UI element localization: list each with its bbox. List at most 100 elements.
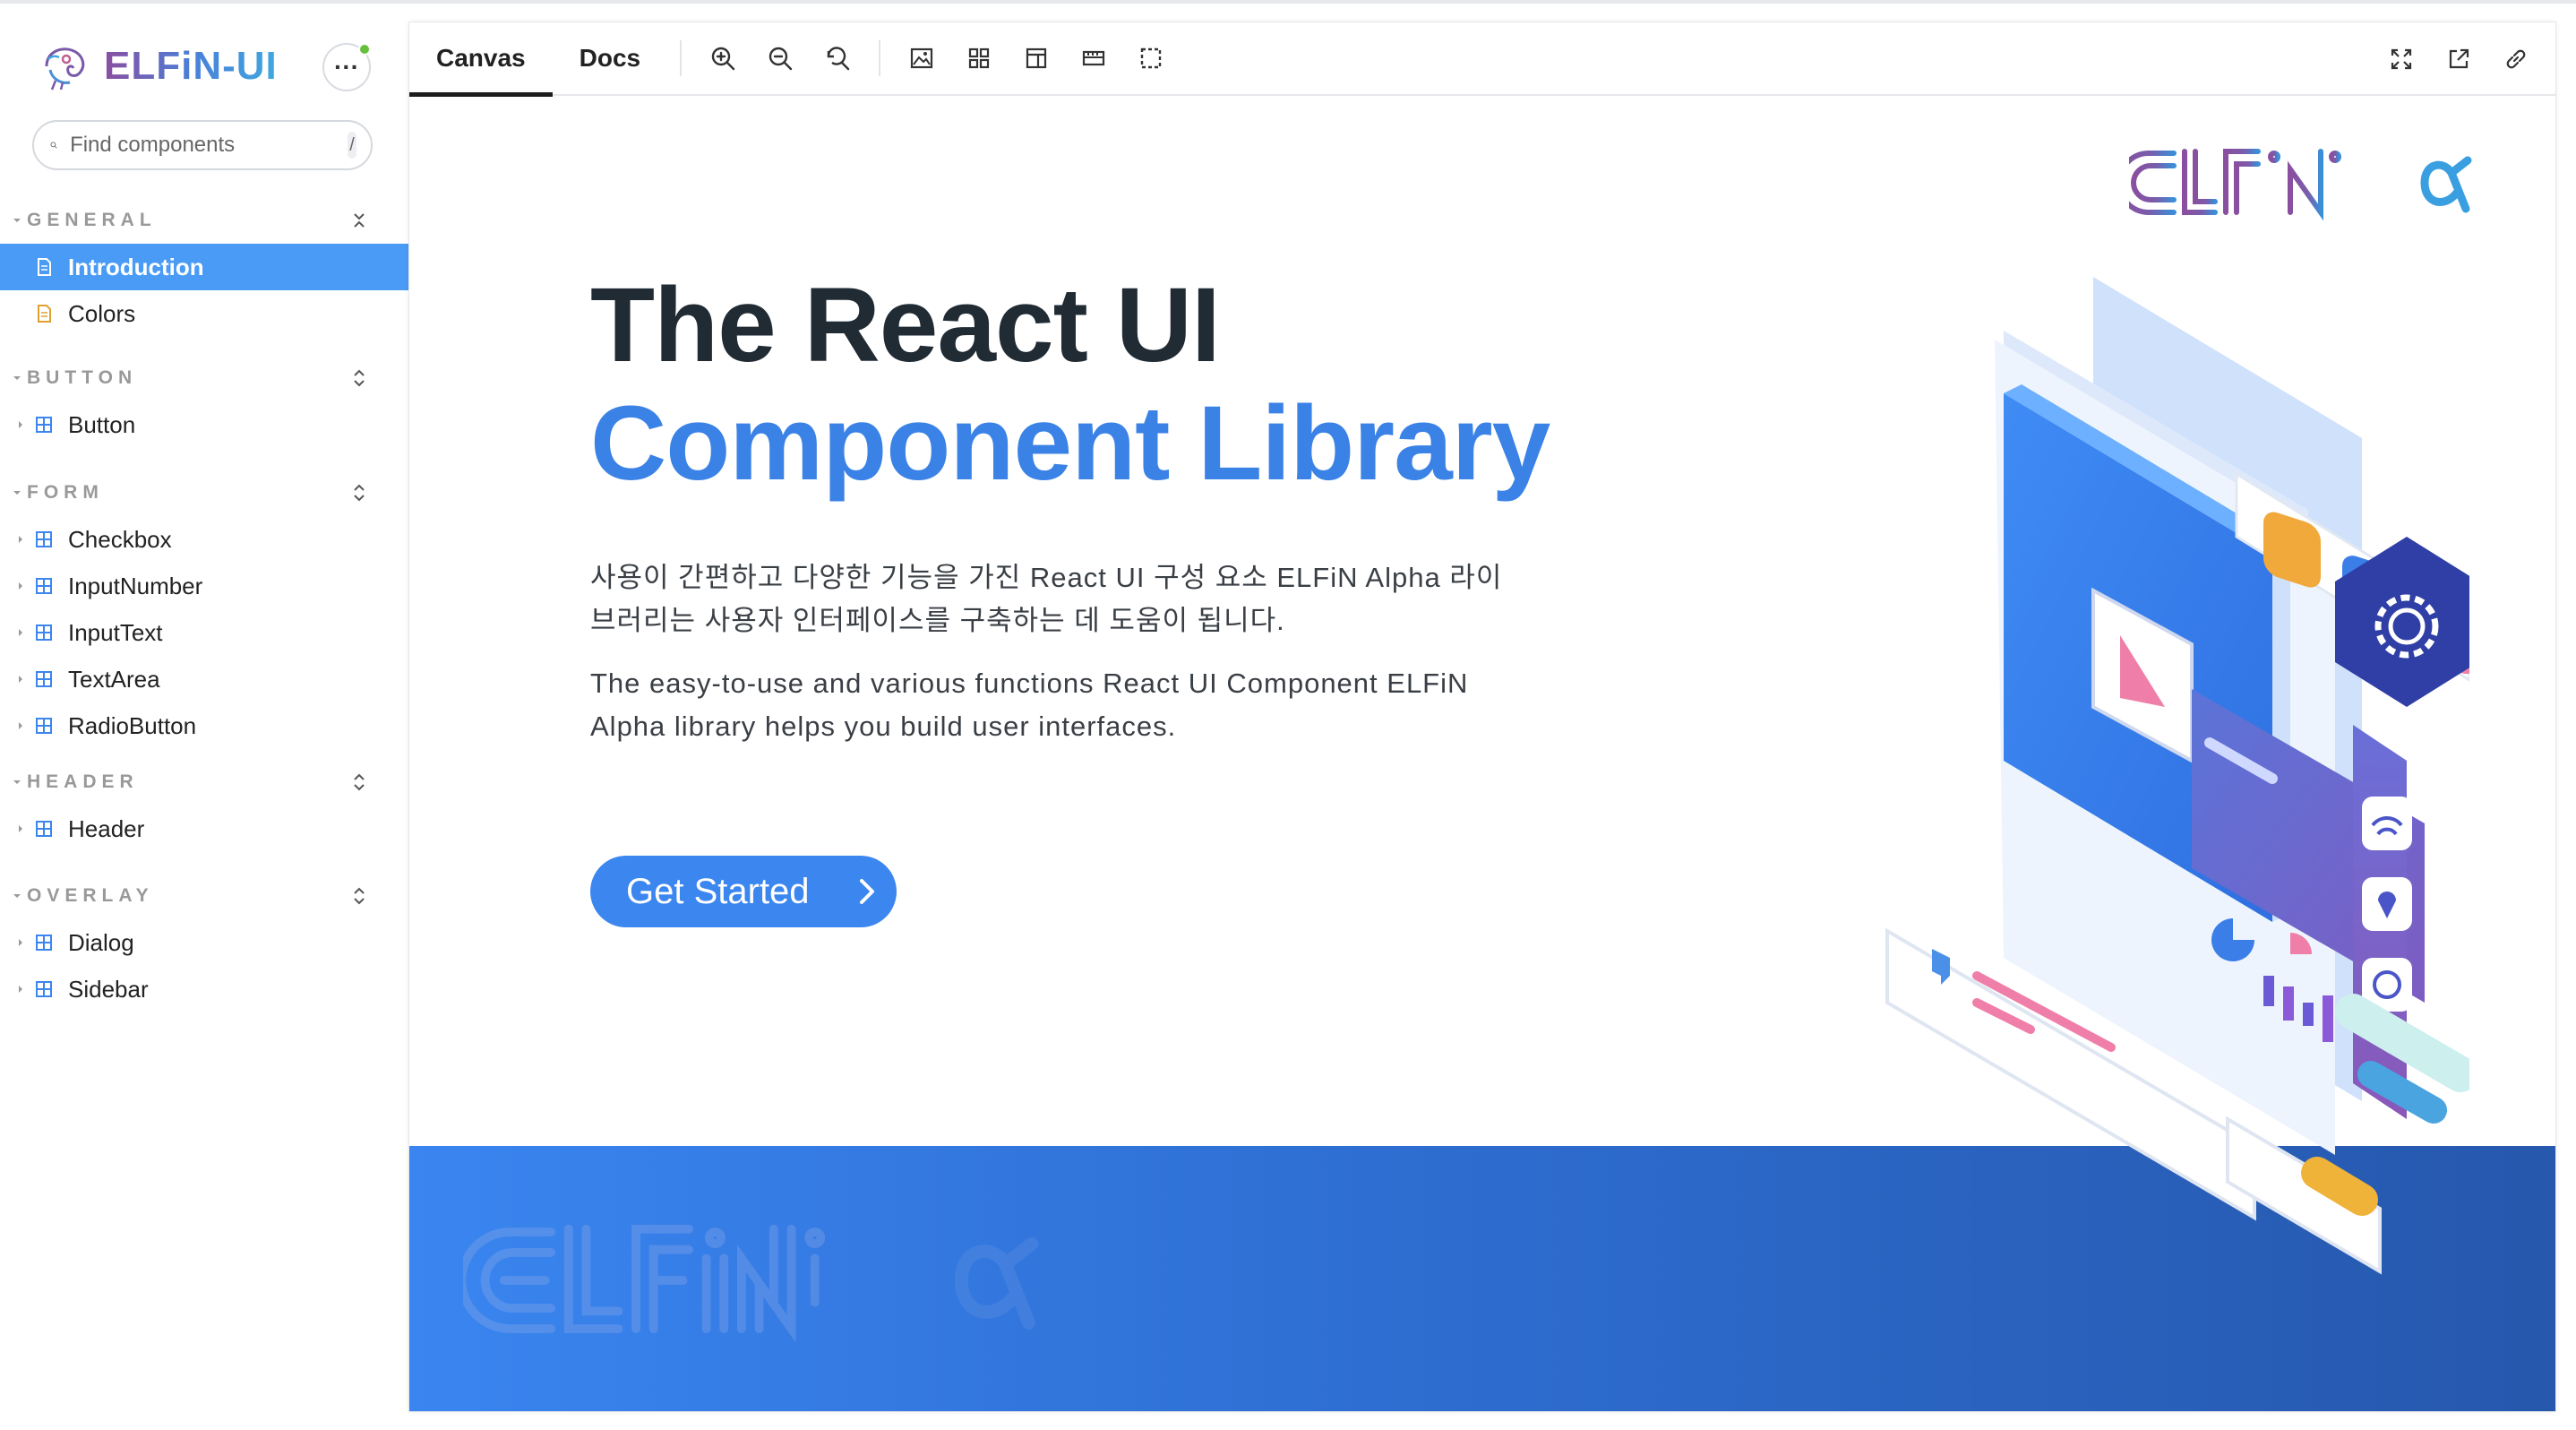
expand-all-icon[interactable]	[349, 886, 369, 906]
hero-description-en: The easy-to-use and various functions Re…	[590, 668, 1469, 742]
toolbar-divider	[680, 40, 683, 76]
sidebar-item-label: RadioButton	[68, 711, 197, 739]
section-title: FORM	[13, 482, 104, 504]
caret-down-icon	[13, 219, 21, 222]
zoom-reset-icon	[827, 47, 850, 71]
sidebar-section-header: HEADER Header	[0, 764, 408, 852]
caret-right-icon	[13, 981, 29, 997]
measure-icon	[1082, 50, 1105, 66]
sidebar-item-label: Dialog	[68, 928, 134, 956]
sidebar-item-label: Checkbox	[68, 525, 172, 553]
fullscreen-button[interactable]	[2373, 22, 2430, 96]
sidebar-item-label: Colors	[68, 299, 136, 327]
section-header[interactable]: HEADER	[0, 764, 408, 800]
sidebar-item-label: InputText	[68, 618, 163, 646]
sidebar-section-general: GENERAL Introduction Colors	[0, 202, 408, 337]
background-button[interactable]	[893, 22, 950, 95]
zoom-out-icon	[769, 47, 793, 71]
caret-down-icon	[13, 894, 21, 898]
sidebar-item-sidebar[interactable]: Sidebar	[0, 966, 408, 1012]
sidebar-item-inputnumber[interactable]: InputNumber	[0, 563, 408, 609]
sidebar-item-dialog[interactable]: Dialog	[0, 919, 408, 966]
isometric-ui-illustration	[1885, 277, 2469, 1275]
chameleon-logo-icon	[45, 47, 85, 90]
caret-right-icon	[13, 718, 29, 734]
zoom-in-button[interactable]	[694, 22, 751, 95]
caret-right-icon	[13, 578, 29, 594]
component-icon	[36, 718, 52, 734]
get-started-label: Get Started	[626, 871, 810, 911]
caret-right-icon	[13, 417, 29, 433]
sidebar-item-label: InputNumber	[68, 572, 203, 599]
expand-all-icon[interactable]	[349, 772, 369, 792]
ellipsis-icon: ···	[334, 53, 359, 81]
section-header[interactable]: GENERAL	[0, 202, 408, 238]
collapse-all-icon[interactable]	[349, 211, 369, 230]
expand-all-icon[interactable]	[349, 368, 369, 388]
open-new-tab-button[interactable]	[2430, 22, 2487, 96]
sidebar-item-radiobutton[interactable]: RadioButton	[0, 702, 408, 749]
component-icon	[36, 821, 52, 837]
outline-button[interactable]	[1122, 22, 1180, 95]
grid-button[interactable]	[950, 22, 1008, 95]
caret-right-icon	[13, 531, 29, 547]
component-icon	[36, 531, 52, 547]
component-icon	[36, 578, 52, 594]
elfin-watermark-logo	[463, 1224, 1039, 1343]
sidebar-item-textarea[interactable]: TextArea	[0, 656, 408, 702]
viewport-button[interactable]	[1008, 22, 1065, 95]
expand-all-icon[interactable]	[349, 483, 369, 503]
zoom-in-icon	[711, 47, 735, 71]
tab-canvas[interactable]: Canvas	[409, 22, 553, 97]
sidebar-item-label: TextArea	[68, 665, 160, 693]
caret-right-icon	[13, 935, 29, 951]
section-title-text: GENERAL	[27, 210, 157, 230]
fullscreen-icon	[2391, 48, 2412, 70]
sidebar-item-label: Button	[68, 410, 136, 438]
caret-down-icon	[13, 780, 21, 784]
sidebar-item-colors[interactable]: Colors	[0, 290, 408, 337]
get-started-button[interactable]: Get Started	[590, 856, 897, 927]
elfin-alpha-logo	[2129, 149, 2472, 221]
toolbar-right	[2373, 22, 2545, 96]
sidebar-section-form: FORM Checkbox InputNumber InputText TextArea…	[0, 475, 408, 749]
search-shortcut-key: /	[348, 132, 356, 159]
section-title: OVERLAY	[13, 885, 154, 907]
component-icon	[36, 625, 52, 641]
section-title-text: BUTTON	[27, 367, 138, 388]
measure-button[interactable]	[1065, 22, 1122, 95]
sidebar-item-inputtext[interactable]: InputText	[0, 609, 408, 656]
sidebar-item-checkbox[interactable]: Checkbox	[0, 516, 408, 563]
search-icon	[50, 142, 57, 149]
hero-description-ko: 사용이 간편하고 다양한 기능을 가진 React UI 구성 요소 ELFiN…	[590, 562, 1503, 636]
caret-right-icon	[13, 671, 29, 687]
document-icon	[38, 258, 51, 276]
viewport-icon	[1026, 47, 1047, 69]
sidebar-item-label: Sidebar	[68, 975, 149, 1003]
zoom-reset-button[interactable]	[809, 22, 866, 95]
hero-title-line1: The React UI	[590, 266, 1221, 384]
brand[interactable]: ELFiN-UI	[39, 38, 278, 95]
sidebar-item-header[interactable]: Header	[0, 805, 408, 852]
toolbar: Canvas Docs	[409, 22, 2555, 97]
section-title: BUTTON	[13, 367, 137, 389]
sidebar-section-overlay: OVERLAY Dialog Sidebar	[0, 878, 408, 1012]
outline-icon	[1140, 47, 1162, 69]
sidebar-section-button: BUTTON Button	[0, 360, 408, 448]
section-header[interactable]: FORM	[0, 475, 408, 511]
section-header[interactable]: BUTTON	[0, 360, 408, 396]
sidebar-item-introduction[interactable]: Introduction	[0, 244, 408, 290]
tab-docs[interactable]: Docs	[553, 22, 667, 95]
search-input[interactable]	[70, 133, 348, 158]
search-box[interactable]: /	[32, 120, 373, 170]
section-header[interactable]: OVERLAY	[0, 878, 408, 914]
zoom-out-button[interactable]	[751, 22, 809, 95]
caret-right-icon	[13, 625, 29, 641]
caret-right-icon	[13, 821, 29, 837]
section-title: HEADER	[13, 771, 139, 793]
sidebar-item-button[interactable]: Button	[0, 401, 408, 448]
copy-link-button[interactable]	[2487, 22, 2545, 96]
image-background-icon	[910, 47, 933, 69]
component-icon	[36, 671, 52, 687]
more-options-button[interactable]: ···	[322, 43, 371, 91]
